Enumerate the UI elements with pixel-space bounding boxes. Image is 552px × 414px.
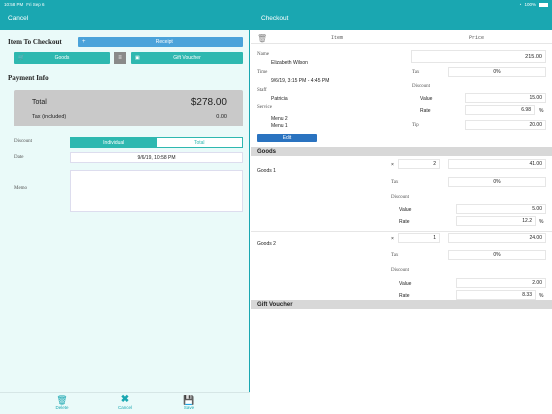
goods-tax-field[interactable]: 0% [448,250,546,260]
receipt-button[interactable]: + Receipt [78,37,243,47]
tax-value: 0.00 [216,114,227,120]
segment-individual[interactable]: Individual [71,138,157,147]
memo-field[interactable] [70,170,243,212]
goods-name: Goods 1 [257,168,276,174]
goods-tax-label: Tax [391,180,399,185]
tax-label: Tax [412,70,420,75]
goods-rate-percent: % [539,293,544,299]
trash-icon: 🗑 [56,395,68,405]
tip-label: Tip [412,123,419,128]
time-value: 9/6/19, 3:15 PM - 4:45 PM [271,78,330,84]
date-field[interactable]: 9/6/19, 10:58 PM [70,152,243,163]
trash-icon[interactable]: 🗑 [257,34,267,43]
edit-button[interactable]: Edit [257,134,317,142]
name-label: Name [257,52,269,57]
goods-tax-field[interactable]: 0% [448,177,546,187]
name-value: Elizabeth Wilson [271,60,308,66]
gift-voucher-button[interactable]: ▣ Gift Voucher [131,52,243,64]
battery-icon [539,2,548,7]
price-field[interactable]: 215.00 [411,50,546,63]
goods-label: Goods [54,55,70,61]
goods-tax-label: Tax [391,253,399,258]
discount-segmented-control: Individual Total [70,137,243,148]
goods-row: Goods 2 × 1 24.00 Tax 0% Discount Value … [251,230,552,304]
save-button[interactable]: 💾 Save [179,395,199,410]
goods-discount-label: Discount [391,195,410,200]
item-to-checkout-heading: Item To Checkout [8,38,62,46]
receipt-label: Receipt [155,39,173,45]
service-value-1: Menu 2 [271,116,288,122]
cancel-label: Cancel [117,405,132,410]
goods-discount-rate-field[interactable]: 8.33 [456,290,536,300]
page-title: Checkout [261,15,289,22]
column-item-header: Item [331,35,344,41]
tax-label: Tax (included) [32,114,67,120]
multiply-icon: × [391,162,394,168]
goods-rate-percent: % [539,219,544,225]
staff-value: Patricia [271,96,288,102]
list-icon[interactable]: ≡ [114,52,126,64]
discount-value-field[interactable]: 15.00 [465,93,546,103]
right-panel: 🗑 Item Price Name Elizabeth Wilson Time … [251,30,552,414]
gift-voucher-label: Gift Voucher [173,55,201,61]
nav-cancel-button[interactable]: Cancel [8,15,28,22]
goods-row: Goods 1 × 2 41.00 Tax 0% Discount Value … [251,156,552,230]
wifi-icon: ◔ [518,2,522,7]
goods-discount-rate-field[interactable]: 12.2 [456,216,536,226]
discount-value-label: Value [420,96,433,102]
goods-price-field[interactable]: 24.00 [448,233,546,243]
tip-field[interactable]: 20.00 [465,120,546,130]
delete-label: Delete [55,405,69,410]
quantity-field[interactable]: 2 [398,159,440,169]
cancel-button[interactable]: ✖ Cancel [115,394,135,411]
left-panel: Item To Checkout + Receipt 🛒 Goods ≡ ▣ G… [0,30,250,414]
discount-label: Discount [412,84,431,89]
time-label: Time [257,70,268,75]
goods-rate-label: Rate [399,293,410,299]
total-value: $278.00 [190,97,227,108]
date-label: Date [14,155,24,160]
rate-percent: % [539,108,544,114]
status-date: Fri Sep 6 [26,2,45,7]
discount-rate-label: Rate [420,108,431,114]
bottom-toolbar: 🗑 Delete ✖ Cancel 💾 Save [0,392,250,414]
service-label: Service [257,105,272,110]
discount-rate-field[interactable]: 6.98 [465,105,535,115]
delete-button[interactable]: 🗑 Delete [52,395,72,410]
multiply-icon: × [391,236,394,242]
total-label: Total [32,99,47,106]
tax-field[interactable]: 0% [448,67,546,77]
service-value-2: Menu 1 [271,123,288,129]
status-time: 10:58 PM [4,2,24,7]
cart-icon: 🛒 [18,55,25,61]
goods-discount-label: Discount [391,268,410,273]
discount-label: Discount [14,139,33,144]
save-label: Save [183,405,195,410]
save-icon: 💾 [183,395,195,405]
goods-name: Goods 2 [257,241,276,247]
status-bar: 10:58 PM Fri Sep 6 ◔ 100% [0,0,552,9]
payment-info-heading: Payment Info [8,74,49,82]
battery-percent: 100% [524,2,536,7]
close-icon: ✖ [120,394,130,405]
gift-voucher-section-header: Gift Voucher [251,300,552,309]
goods-button[interactable]: 🛒 Goods [14,52,110,64]
goods-discount-value-field[interactable]: 5.00 [456,204,546,214]
segment-total[interactable]: Total [156,138,242,147]
quantity-field[interactable]: 1 [398,233,440,243]
column-price-header: Price [469,35,485,41]
gift-icon: ▣ [135,55,140,61]
goods-price-field[interactable]: 41.00 [448,159,546,169]
divider [251,43,552,44]
goods-discount-value-field[interactable]: 2.00 [456,278,546,288]
goods-value-label: Value [399,281,412,287]
goods-rate-label: Rate [399,219,410,225]
nav-bar: Cancel Checkout [0,9,552,30]
memo-label: Memo [14,186,28,191]
staff-label: Staff [257,88,267,93]
goods-value-label: Value [399,207,412,213]
goods-section-header: Goods [251,147,552,156]
